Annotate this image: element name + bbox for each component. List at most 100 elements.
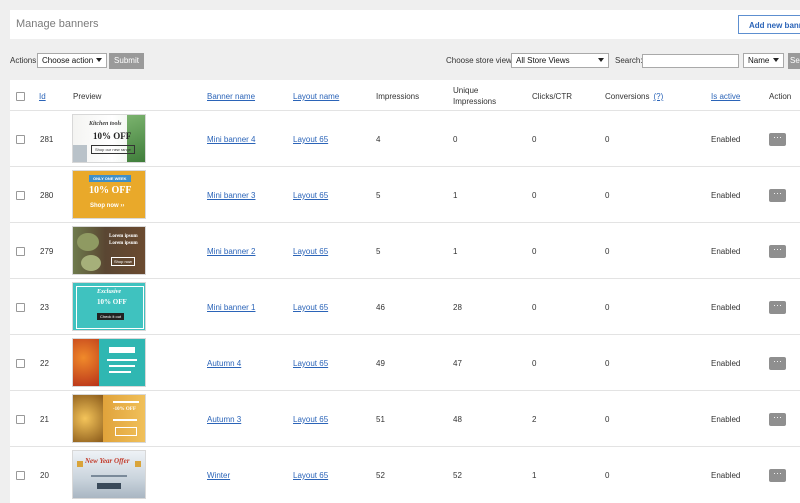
autumn-leaves-image	[73, 339, 99, 386]
banners-table: Id Preview Banner name Layout name Impre…	[10, 80, 800, 503]
conversions-value: 0	[605, 471, 610, 480]
gift-icon	[77, 461, 83, 467]
row-checkbox[interactable]	[16, 471, 25, 480]
banner-name-link[interactable]: Winter	[207, 471, 230, 480]
banner-preview-thumbnail[interactable]: -10% OFF	[72, 394, 146, 443]
row-action-button[interactable]: ···	[769, 357, 786, 370]
row-action-button[interactable]: ···	[769, 413, 786, 426]
preview-line2: 10% OFF	[97, 298, 127, 306]
table-row: 23 Exclusive 10% OFF Check it out Mini b…	[10, 278, 800, 334]
unique-impressions-value: 1	[453, 191, 458, 200]
row-checkbox[interactable]	[16, 247, 25, 256]
column-impressions: Impressions	[376, 92, 420, 101]
status-value: Enabled	[711, 415, 741, 424]
search-field-value: Name	[748, 56, 770, 65]
column-unique-line1: Unique	[453, 86, 479, 95]
banner-name-link[interactable]: Mini banner 4	[207, 135, 255, 144]
store-view-value: All Store Views	[516, 56, 570, 65]
banner-preview-thumbnail[interactable]: ONLY ONE WEEK 10% OFF Shop now ››	[72, 170, 146, 219]
clicks-value: 0	[532, 359, 537, 368]
clicks-value: 2	[532, 415, 537, 424]
column-layout-name[interactable]: Layout name	[293, 92, 339, 102]
chevron-down-icon	[96, 58, 102, 62]
preview-button	[115, 427, 137, 436]
banner-name-link[interactable]: Mini banner 3	[207, 191, 255, 200]
store-view-select[interactable]: All Store Views	[511, 53, 609, 68]
row-checkbox[interactable]	[16, 415, 25, 424]
status-value: Enabled	[711, 135, 741, 144]
row-checkbox[interactable]	[16, 359, 25, 368]
conversions-help-link[interactable]: (?)	[653, 92, 663, 101]
row-action-button[interactable]: ···	[769, 469, 786, 482]
column-is-active[interactable]: Is active	[711, 92, 740, 102]
preview-line1: Kitchen tools	[89, 121, 122, 127]
conversions-value: 0	[605, 359, 610, 368]
table-row: 21 -10% OFF Autumn 3 Layout 65 51 48 2 0…	[10, 390, 800, 446]
row-action-button[interactable]: ···	[769, 133, 786, 146]
unique-impressions-value: 47	[453, 359, 462, 368]
layout-name-link[interactable]: Layout 65	[293, 191, 328, 200]
banner-preview-thumbnail[interactable]: Lorem ipsum Lorem ipsum Shop now	[72, 226, 146, 275]
preview-text-line	[107, 359, 137, 361]
row-id: 20	[40, 471, 49, 480]
table-row: 281 Kitchen tools 10% OFF Shop our new r…	[10, 110, 800, 166]
layout-name-link[interactable]: Layout 65	[293, 359, 328, 368]
preview-line1: Exclusive	[97, 289, 121, 295]
column-id[interactable]: Id	[39, 92, 46, 102]
layout-name-link[interactable]: Layout 65	[293, 135, 328, 144]
preview-text-line	[113, 419, 137, 421]
banner-preview-thumbnail[interactable]	[72, 338, 146, 387]
row-id: 281	[40, 135, 54, 144]
add-new-banner-button[interactable]: Add new banner	[738, 15, 800, 34]
submit-button[interactable]: Submit	[109, 53, 144, 69]
preview-line3: Shop now	[111, 257, 135, 266]
preview-text-line	[109, 371, 131, 373]
column-conversions-label: Conversions	[605, 92, 650, 101]
banner-name-link[interactable]: Autumn 4	[207, 359, 241, 368]
row-id: 22	[40, 359, 49, 368]
unique-impressions-value: 1	[453, 247, 458, 256]
banner-name-link[interactable]: Mini banner 2	[207, 247, 255, 256]
clicks-value: 0	[532, 135, 537, 144]
search-button[interactable]: Se	[788, 53, 800, 69]
row-id: 23	[40, 303, 49, 312]
select-all-checkbox[interactable]	[16, 92, 25, 101]
unique-impressions-value: 28	[453, 303, 462, 312]
preview-line2: 10% OFF	[93, 131, 132, 141]
layout-name-link[interactable]: Layout 65	[293, 471, 328, 480]
banner-name-link[interactable]: Autumn 3	[207, 415, 241, 424]
bowl-image	[77, 233, 99, 251]
row-action-button[interactable]: ···	[769, 245, 786, 258]
preview-line2: -10% OFF	[113, 407, 136, 412]
row-action-button[interactable]: ···	[769, 189, 786, 202]
search-field-select[interactable]: Name	[743, 53, 784, 68]
action-select[interactable]: Choose action	[37, 53, 107, 68]
banner-preview-thumbnail[interactable]: Exclusive 10% OFF Check it out	[72, 282, 146, 331]
unique-impressions-value: 0	[453, 135, 458, 144]
row-id: 280	[40, 191, 54, 200]
banner-name-link[interactable]: Mini banner 1	[207, 303, 255, 312]
status-value: Enabled	[711, 191, 741, 200]
layout-name-link[interactable]: Layout 65	[293, 303, 328, 312]
column-banner-name[interactable]: Banner name	[207, 92, 255, 102]
row-checkbox[interactable]	[16, 135, 25, 144]
clicks-value: 0	[532, 191, 537, 200]
table-row: 22 Autumn 4 Layout 65 49 47 0 0 Enabled …	[10, 334, 800, 390]
row-checkbox[interactable]	[16, 191, 25, 200]
search-input[interactable]	[642, 54, 739, 68]
impressions-value: 49	[376, 359, 385, 368]
preview-text-line	[109, 365, 135, 367]
conversions-value: 0	[605, 247, 610, 256]
row-checkbox[interactable]	[16, 303, 25, 312]
status-value: Enabled	[711, 359, 741, 368]
banner-preview-thumbnail[interactable]: Kitchen tools 10% OFF Shop our new range	[72, 114, 146, 163]
preview-line1: New Year Offer	[85, 457, 130, 465]
layout-name-link[interactable]: Layout 65	[293, 247, 328, 256]
column-action: Action	[769, 92, 792, 101]
layout-name-link[interactable]: Layout 65	[293, 415, 328, 424]
search-label: Search:	[615, 56, 643, 65]
row-action-button[interactable]: ···	[769, 301, 786, 314]
banner-preview-thumbnail[interactable]: New Year Offer	[72, 450, 146, 499]
status-value: Enabled	[711, 247, 741, 256]
impressions-value: 51	[376, 415, 385, 424]
